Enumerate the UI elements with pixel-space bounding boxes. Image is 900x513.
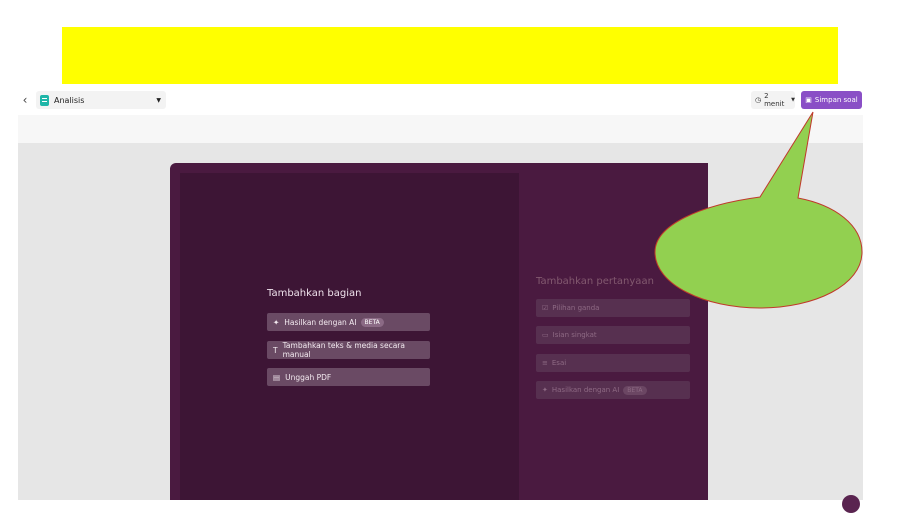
callout-shape xyxy=(654,111,863,309)
callout-bubble xyxy=(654,111,863,309)
